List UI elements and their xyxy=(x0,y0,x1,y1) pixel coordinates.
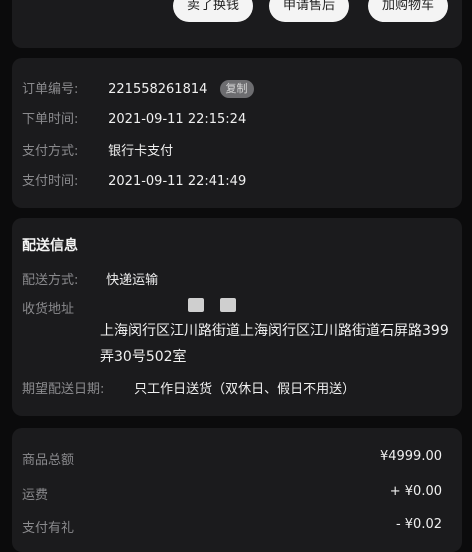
delivery-panel: 配送信息 配送方式: 快递运输 收货地址 上海闵行区江川路街道上海闵行区江川路街… xyxy=(12,218,462,416)
pay-time-value: 2021-09-11 22:41:49 xyxy=(108,174,247,189)
total-row: 商品总额 ¥4999.00 xyxy=(22,449,452,468)
copy-button[interactable]: 复制 xyxy=(219,80,254,98)
order-time-value: 2021-09-11 22:15:24 xyxy=(108,112,247,127)
total-value: ¥4999.00 xyxy=(379,449,442,464)
delivery-date-row: 期望配送日期: 只工作日送货（双休日、假日不用送） xyxy=(22,378,452,397)
pay-method-label: 支付方式: xyxy=(22,144,79,159)
order-time-label: 下单时间: xyxy=(22,112,79,127)
actions-panel: 卖了换钱 申请售后 加购物车 xyxy=(12,0,462,48)
shipping-row: 运费 + ¥0.00 xyxy=(22,484,452,503)
pay-time-row: 支付时间: 2021-09-11 22:41:49 xyxy=(22,170,452,189)
shipping-value: + ¥0.00 xyxy=(389,484,442,499)
after-sales-button[interactable]: 申请售后 xyxy=(269,0,350,22)
total-label: 商品总额 xyxy=(22,453,75,468)
order-number-label: 订单编号: xyxy=(22,82,79,97)
pay-time-label: 支付时间: xyxy=(22,174,79,189)
delivery-method-value: 快递运输 xyxy=(106,273,159,288)
delivery-method-label: 配送方式: xyxy=(22,273,79,288)
pay-method-value: 银行卡支付 xyxy=(108,144,174,159)
sell-exchange-button[interactable]: 卖了换钱 xyxy=(173,0,254,22)
address-label: 收货地址 xyxy=(22,302,75,317)
delivery-title: 配送信息 xyxy=(22,238,78,254)
order-number-row: 订单编号: 221558261814 复制 xyxy=(22,78,452,98)
gift-value: - ¥0.02 xyxy=(395,517,442,532)
add-to-cart-button[interactable]: 加购物车 xyxy=(368,0,449,22)
delivery-method-row: 配送方式: 快递运输 xyxy=(22,269,452,288)
order-number-value: 221558261814 xyxy=(108,82,208,97)
order-time-row: 下单时间: 2021-09-11 22:15:24 xyxy=(22,108,452,127)
contact-phone-redacted xyxy=(220,298,236,312)
gift-label: 支付有礼 xyxy=(22,521,75,536)
address-value: 上海闵行区江川路街道上海闵行区江川路街道石屏路399弄30号502室 xyxy=(100,323,449,365)
order-info-panel: 订单编号: 221558261814 复制 下单时间: 2021-09-11 2… xyxy=(12,58,462,208)
gift-row: 支付有礼 - ¥0.02 xyxy=(22,517,452,536)
delivery-date-value: 只工作日送货（双休日、假日不用送） xyxy=(134,382,356,397)
contact-name-redacted xyxy=(188,298,204,312)
price-summary-panel: 商品总额 ¥4999.00 运费 + ¥0.00 支付有礼 - ¥0.02 xyxy=(12,428,462,552)
delivery-date-label: 期望配送日期: xyxy=(22,382,105,397)
pay-method-row: 支付方式: 银行卡支付 xyxy=(22,140,452,159)
shipping-label: 运费 xyxy=(22,488,49,503)
address-row: 收货地址 xyxy=(22,298,452,317)
